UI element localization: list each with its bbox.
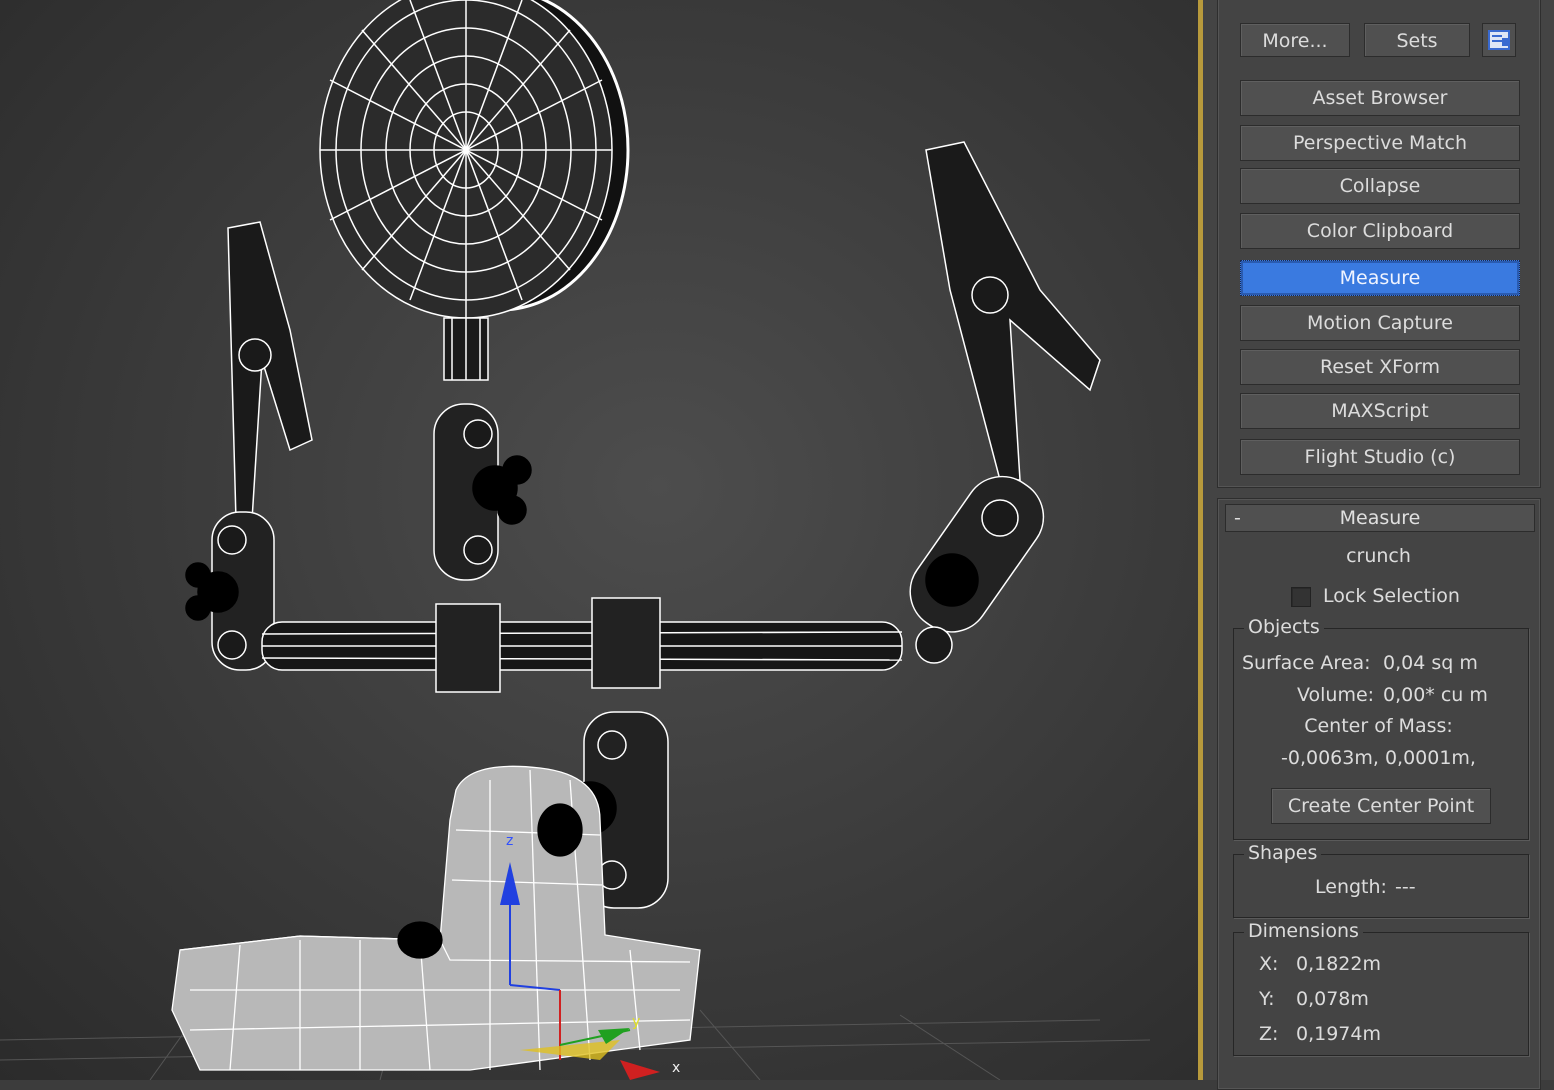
center-of-mass-value: -0,0063m, 0,0001m, [1281,747,1476,769]
surface-area-value: 0,04 sq m [1383,652,1478,674]
volume-label: Volume: [1297,684,1375,706]
configure-sets-button[interactable] [1482,23,1516,57]
dimensions-group-title: Dimensions [1244,920,1363,942]
surface-area-label: Surface Area: [1242,652,1371,674]
length-label: Length: [1315,876,1387,898]
measure-rollout-header[interactable]: - Measure [1225,504,1535,532]
utility-button-motion-capture[interactable]: Motion Capture [1240,305,1520,341]
dimension-x-value: 0,1822m [1296,953,1381,975]
dimension-y-label: Y: [1259,988,1275,1010]
wireframe-model[interactable]: z y x [0,0,1198,1080]
lens-stem [433,317,532,581]
utility-button-perspective-match[interactable]: Perspective Match [1240,125,1520,161]
gizmo-y-label: y [632,1014,640,1030]
objects-group-title: Objects [1244,616,1324,638]
center-of-mass-label: Center of Mass: [1304,715,1453,737]
more-button[interactable]: More... [1240,23,1350,57]
utility-button-asset-browser[interactable]: Asset Browser [1240,80,1520,116]
create-center-point-button[interactable]: Create Center Point [1271,788,1491,824]
lock-selection-label[interactable]: Lock Selection [1323,585,1460,607]
utility-button-color-clipboard[interactable]: Color Clipboard [1240,213,1520,249]
utility-button-maxscript[interactable]: MAXScript [1240,393,1520,429]
configure-button-sets-icon [1488,30,1510,50]
selected-object-name: crunch [1346,545,1411,567]
sets-button[interactable]: Sets [1364,23,1470,57]
left-alligator-clip [185,221,313,671]
utilities-panel: More... Sets Asset Browser Perspective Ma… [1203,0,1554,1090]
dimension-z-value: 0,1974m [1296,1023,1381,1045]
rollout-collapse-toggle[interactable]: - [1234,505,1241,531]
horizontal-bar [261,597,903,693]
lock-selection-checkbox[interactable] [1291,587,1311,607]
measure-rollout-title: Measure [1339,507,1421,529]
utility-button-measure[interactable]: Measure [1240,260,1520,296]
length-value: --- [1395,876,1416,898]
dimension-y-value: 0,078m [1296,988,1369,1010]
gizmo-x-label: x [672,1060,680,1076]
dimension-x-label: X: [1259,953,1279,975]
shapes-group-title: Shapes [1244,842,1322,864]
gizmo-z-label: z [506,833,513,849]
perspective-viewport[interactable]: z y x [0,0,1198,1080]
utility-button-reset-xform[interactable]: Reset XForm [1240,349,1520,385]
utility-button-flight-studio-c[interactable]: Flight Studio (c) [1240,439,1520,475]
dimension-z-label: Z: [1259,1023,1279,1045]
magnifier-lens [319,0,630,319]
volume-value: 0,00* cu m [1383,684,1488,706]
right-alligator-clip [909,141,1101,664]
utility-button-collapse[interactable]: Collapse [1240,168,1520,204]
